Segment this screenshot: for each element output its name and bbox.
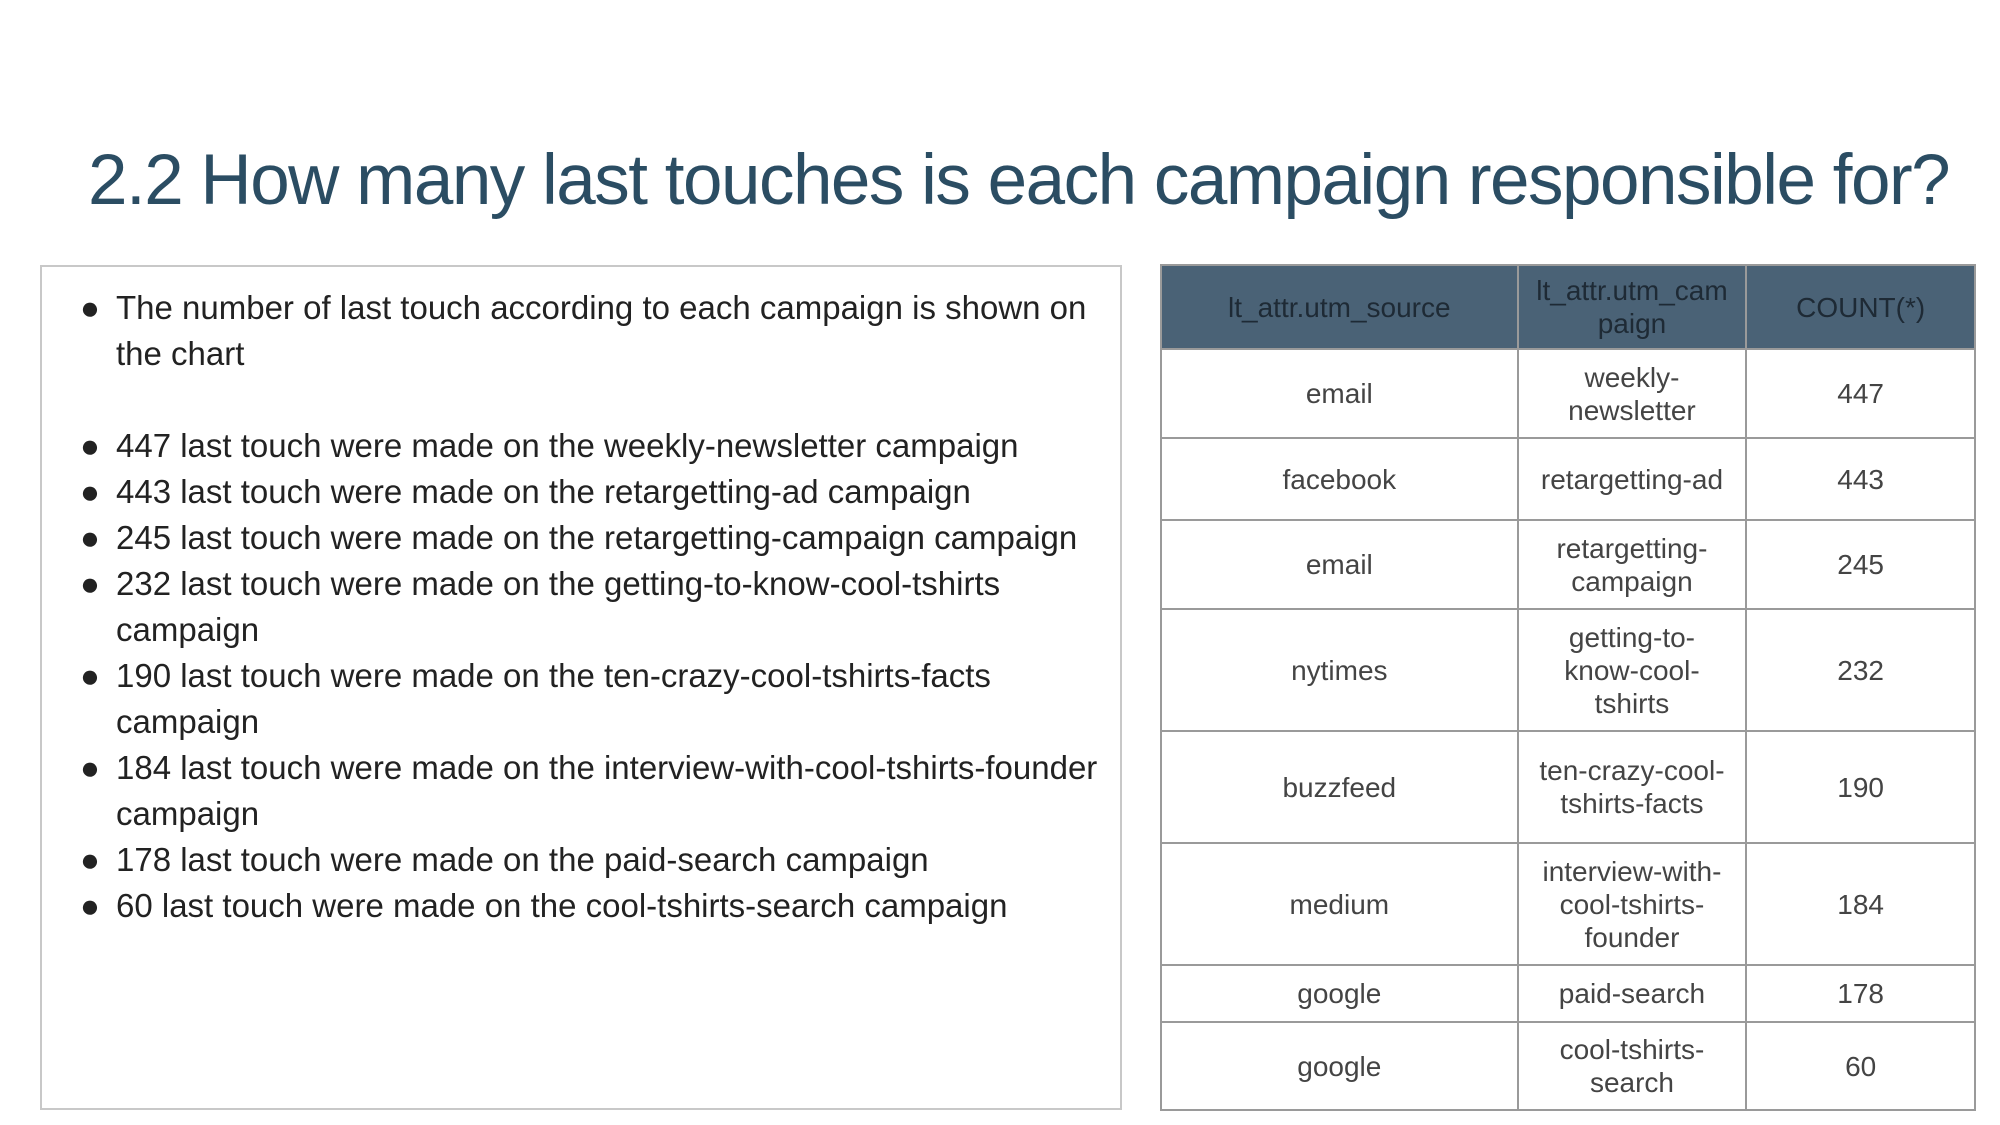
- bullet-dot: ●: [80, 519, 100, 556]
- cell-source: facebook: [1160, 437, 1519, 521]
- bullet-list: ● The number of last touch according to …: [72, 285, 1107, 929]
- bullet-text: 443 last touch were made on the retarget…: [116, 473, 971, 510]
- cell-count: 190: [1745, 730, 1976, 844]
- table-row: google paid-search 178: [1160, 964, 1976, 1023]
- bullet-item: ● 190 last touch were made on the ten-cr…: [72, 653, 1107, 745]
- bullet-text: The number of last touch according to ea…: [116, 289, 1087, 372]
- cell-source: email: [1160, 519, 1519, 610]
- campaign-count-table: lt_attr.utm_source lt_attr.utm_campaign …: [1160, 264, 1976, 1111]
- bullet-dot: ●: [80, 565, 100, 602]
- table-row: email retargetting-campaign 245: [1160, 519, 1976, 610]
- cell-count: 60: [1745, 1021, 1976, 1111]
- bullet-item: ● 443 last touch were made on the retarg…: [72, 469, 1107, 515]
- bullet-text: 232 last touch were made on the getting-…: [116, 565, 1001, 648]
- cell-source: google: [1160, 1021, 1519, 1111]
- bullet-text: 190 last touch were made on the ten-craz…: [116, 657, 991, 740]
- bullet-dot: ●: [80, 749, 100, 786]
- bullet-dot: ●: [80, 289, 100, 326]
- bullet-item: ● 178 last touch were made on the paid-s…: [72, 837, 1107, 883]
- cell-count: 178: [1745, 964, 1976, 1023]
- bullet-dot: ●: [80, 841, 100, 878]
- bullet-text: 60 last touch were made on the cool-tshi…: [116, 887, 1008, 924]
- bullet-dot: ●: [80, 887, 100, 924]
- cell-campaign: ten-crazy-cool-tshirts-facts: [1516, 730, 1748, 844]
- cell-campaign: weekly-newsletter: [1516, 348, 1748, 439]
- cell-count: 232: [1745, 608, 1976, 732]
- table-row: google cool-tshirts-search 60: [1160, 1021, 1976, 1111]
- cell-campaign: retargetting-ad: [1516, 437, 1748, 521]
- slide-title: 2.2 How many last touches is each campai…: [88, 141, 1951, 220]
- header-source: lt_attr.utm_source: [1160, 264, 1519, 350]
- cell-campaign: retargetting-campaign: [1516, 519, 1748, 610]
- cell-campaign: cool-tshirts-search: [1516, 1021, 1748, 1111]
- table-row: email weekly-newsletter 447: [1160, 348, 1976, 439]
- bullet-text: 245 last touch were made on the retarget…: [116, 519, 1078, 556]
- cell-count: 245: [1745, 519, 1976, 610]
- bullet-text: 178 last touch were made on the paid-sea…: [116, 841, 929, 878]
- bullet-text: 184 last touch were made on the intervie…: [116, 749, 1098, 832]
- bullet-item: ● 60 last touch were made on the cool-ts…: [72, 883, 1107, 929]
- cell-source: medium: [1160, 842, 1519, 966]
- bullet-dot: ●: [80, 427, 100, 464]
- bullet-item: ● 245 last touch were made on the retarg…: [72, 515, 1107, 561]
- cell-campaign: paid-search: [1516, 964, 1748, 1023]
- cell-count: 443: [1745, 437, 1976, 521]
- cell-source: email: [1160, 348, 1519, 439]
- bullet-item: ● 447 last touch were made on the weekly…: [72, 423, 1107, 469]
- cell-campaign: interview-with-cool-tshirts-founder: [1516, 842, 1748, 966]
- cell-source: google: [1160, 964, 1519, 1023]
- cell-count: 184: [1745, 842, 1976, 966]
- header-campaign: lt_attr.utm_campaign: [1516, 264, 1748, 350]
- cell-count: 447: [1745, 348, 1976, 439]
- bullet-text: 447 last touch were made on the weekly-n…: [116, 427, 1019, 464]
- bullet-item: ● The number of last touch according to …: [72, 285, 1107, 377]
- table-row: facebook retargetting-ad 443: [1160, 437, 1976, 521]
- bullet-dot: ●: [80, 657, 100, 694]
- table-row: medium interview-with-cool-tshirts-found…: [1160, 842, 1976, 966]
- cell-campaign: getting-to-know-cool-tshirts: [1516, 608, 1748, 732]
- bullet-item: ● 232 last touch were made on the gettin…: [72, 561, 1107, 653]
- cell-source: nytimes: [1160, 608, 1519, 732]
- header-count: COUNT(*): [1745, 264, 1976, 350]
- table-row: buzzfeed ten-crazy-cool-tshirts-facts 19…: [1160, 730, 1976, 844]
- table-header-row: lt_attr.utm_source lt_attr.utm_campaign …: [1160, 264, 1976, 350]
- bullet-item: ● 184 last touch were made on the interv…: [72, 745, 1107, 837]
- table-row: nytimes getting-to-know-cool-tshirts 232: [1160, 608, 1976, 732]
- bullet-dot: ●: [80, 473, 100, 510]
- cell-source: buzzfeed: [1160, 730, 1519, 844]
